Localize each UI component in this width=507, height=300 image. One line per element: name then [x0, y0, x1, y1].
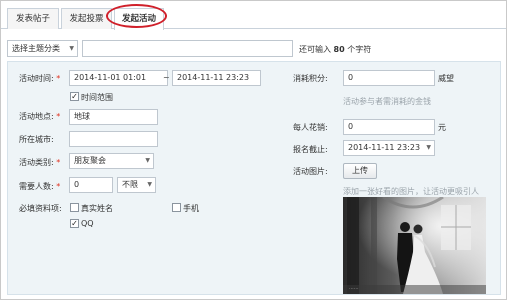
qq-label: QQ: [81, 219, 94, 228]
category-select-value: 选择主题分类: [12, 44, 60, 53]
gender-value: 不限: [122, 180, 138, 189]
end-time-input[interactable]: 2014-11-11 23:23: [172, 70, 261, 86]
hint-count: 80: [333, 45, 345, 54]
range-separator: ~: [163, 73, 170, 82]
required-info-label: 必填资料项:: [19, 204, 62, 213]
chevron-down-icon: ▼: [145, 157, 150, 164]
credits-note: 活动参与者需消耗的金钱: [343, 97, 431, 106]
time-range-checkbox[interactable]: ✓: [70, 92, 79, 101]
city-input[interactable]: [69, 131, 158, 147]
chevron-down-icon: ▼: [69, 45, 74, 52]
tab-bar: 发表帖子 发起投票 发起活动: [1, 1, 506, 30]
start-time-input[interactable]: 2014-11-01 01:01: [69, 70, 168, 86]
realname-checkbox[interactable]: [70, 203, 79, 212]
activity-time-label: 活动时间: *: [19, 74, 61, 83]
category-label: 活动类别: *: [19, 158, 61, 167]
char-count-hint: 还可输入 80 个字符: [299, 44, 371, 55]
image-label: 活动图片:: [293, 167, 328, 176]
chevron-down-icon: ▼: [426, 144, 431, 151]
phone-checkbox[interactable]: [172, 203, 181, 212]
phone-label: 手机: [183, 204, 199, 213]
image-note: 添加一张好看的图片，让活动更吸引人: [343, 187, 479, 196]
time-range-label: 时间范围: [81, 93, 113, 102]
title-input[interactable]: [82, 40, 293, 57]
activity-photo: ......: [343, 197, 486, 294]
gender-select[interactable]: 不限 ▼: [117, 177, 156, 193]
tab-poll[interactable]: 发起投票: [61, 8, 112, 29]
tab-activity[interactable]: 发起活动: [114, 8, 164, 30]
hint-suffix: 个字符: [347, 45, 372, 54]
svg-text:......: ......: [349, 285, 359, 291]
credits-input[interactable]: 0: [343, 70, 435, 86]
tab-post[interactable]: 发表帖子: [7, 8, 59, 29]
deadline-label: 报名截止:: [293, 145, 328, 154]
hint-prefix: 还可输入: [299, 45, 331, 54]
chevron-down-icon: ▼: [147, 181, 152, 188]
deadline-input[interactable]: 2014-11-11 23:23 ▼: [343, 140, 435, 156]
cost-unit: 元: [438, 123, 446, 132]
city-label: 所在城市:: [19, 135, 54, 144]
qq-checkbox[interactable]: ✓: [70, 219, 79, 228]
people-label: 需要人数: *: [19, 182, 61, 191]
activity-category-select[interactable]: 朋友聚会 ▼: [69, 153, 154, 169]
cost-label: 每人花销:: [293, 123, 328, 132]
credits-unit: 威望: [438, 74, 454, 83]
cost-input[interactable]: 0: [343, 119, 435, 135]
upload-button[interactable]: 上传: [343, 163, 377, 179]
category-select[interactable]: 选择主题分类 ▼: [7, 40, 78, 57]
location-label: 活动地点: *: [19, 112, 61, 121]
activity-category-value: 朋友聚会: [74, 156, 106, 165]
deadline-value: 2014-11-11 23:23: [348, 143, 421, 152]
people-input[interactable]: 0: [69, 177, 113, 193]
realname-label: 真实姓名: [81, 204, 113, 213]
location-input[interactable]: 地球: [69, 109, 158, 125]
credits-label: 消耗积分:: [293, 74, 328, 83]
